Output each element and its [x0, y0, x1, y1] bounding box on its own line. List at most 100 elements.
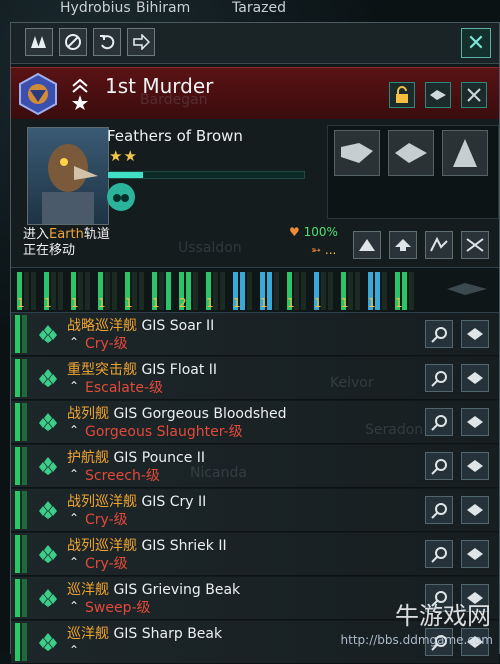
ship-health-bar — [159, 272, 164, 310]
ship-icon — [453, 139, 477, 167]
ship-name[interactable]: GIS Pounce II — [113, 450, 205, 466]
ship-name[interactable]: GIS Grieving Beak — [113, 582, 240, 598]
ship-name[interactable]: GIS Cry II — [141, 494, 206, 510]
ship-name[interactable]: GIS Soar II — [141, 318, 214, 334]
map-label-bihiram: Bihiram — [136, 0, 191, 16]
arrow-icon: ➳ — [311, 243, 322, 257]
ship-slot-3[interactable] — [442, 130, 488, 176]
inspect-ship-button[interactable] — [425, 496, 453, 524]
composition-count: 1 — [341, 296, 349, 310]
composition-group[interactable]: 1 — [17, 270, 41, 310]
detach-icon — [467, 372, 483, 384]
admiral-rank-icon — [72, 78, 88, 110]
detach-ship-button[interactable] — [461, 408, 489, 436]
action-upgrade-button[interactable] — [389, 231, 417, 259]
detach-ship-button[interactable] — [461, 364, 489, 392]
composition-group[interactable]: 1 — [233, 270, 257, 310]
leader-portrait[interactable] — [27, 127, 109, 225]
ship-row[interactable]: 战略巡洋舰 GIS Soar II ⌃ Cry-级 — [11, 313, 499, 356]
close-button[interactable]: ✕ — [461, 28, 491, 58]
ship-class: 战列巡洋舰 — [67, 494, 137, 510]
inspect-ship-button[interactable] — [425, 452, 453, 480]
ship-shield-bar — [22, 579, 27, 617]
ship-row[interactable]: 战列巡洋舰 GIS Shriek II ⌃ Cry-级 — [11, 533, 499, 576]
composition-group[interactable]: 1 — [98, 270, 122, 310]
action-split-button[interactable] — [425, 231, 453, 259]
ship-health-bar — [382, 272, 387, 310]
ship-row[interactable]: 战列舰 GIS Gorgeous Bloodshed ⌃ Gorgeous Slau… — [11, 401, 499, 444]
inspect-ship-button[interactable] — [425, 320, 453, 348]
ship-row[interactable]: 重型突击舰 GIS Float II ⌃ Escalate-级 — [11, 357, 499, 400]
composition-count: 1 — [368, 296, 376, 310]
fleet-stance-icon — [359, 239, 375, 251]
magnify-ship-icon — [431, 503, 447, 519]
composition-group[interactable]: 1 — [368, 270, 392, 310]
ship-row[interactable]: 战列巡洋舰 GIS Cry II ⌃ Cry-级 — [11, 489, 499, 532]
inspect-ship-button[interactable] — [425, 540, 453, 568]
split-icon — [430, 237, 448, 252]
fleet-health: ♥ 100% — [289, 225, 338, 239]
ship-icon — [395, 143, 427, 163]
composition-group[interactable]: 1 — [71, 270, 95, 310]
ship-name[interactable]: GIS Gorgeous Bloodshed — [113, 406, 286, 422]
ship-rank-icon: ⌃ — [69, 379, 80, 393]
ship-health-bar — [355, 272, 360, 310]
composition-group[interactable]: 1 — [44, 270, 68, 310]
return-button[interactable] — [93, 28, 121, 56]
delete-fleet-button[interactable] — [461, 82, 487, 108]
action-merge-button[interactable] — [461, 231, 489, 259]
ship-rank-icon: ⌃ — [69, 335, 80, 349]
ship-icon — [430, 90, 446, 100]
ship-class-icon — [39, 501, 57, 519]
ship-shield-bar — [22, 535, 27, 573]
ship-health-bar — [375, 272, 380, 310]
composition-group[interactable]: 1 — [125, 270, 149, 310]
ship-class: 重型突击舰 — [67, 362, 137, 378]
ship-shield-bar — [22, 447, 27, 485]
ship-class-line: 战列巡洋舰 GIS Shriek II — [67, 535, 227, 555]
watermark-url: http://bbs.ddmgame.com — [340, 633, 493, 647]
ship-health-bar — [132, 272, 137, 310]
detach-ship-button[interactable] — [461, 320, 489, 348]
ship-rank-icon: ⌃ — [69, 555, 80, 569]
composition-group[interactable]: 1 — [287, 270, 311, 310]
composition-group[interactable]: 1 — [341, 270, 365, 310]
ship-name[interactable]: GIS Shriek II — [141, 538, 226, 554]
composition-group[interactable]: 1 — [260, 270, 284, 310]
ship-health-bar — [328, 272, 333, 310]
watermark-text: 牛游戏网 — [395, 602, 491, 630]
fleet-header: 1st Murder — [11, 67, 499, 121]
action-stance-button[interactable] — [353, 231, 381, 259]
merge-fleet-button[interactable] — [425, 82, 451, 108]
magnify-ship-icon — [431, 415, 447, 431]
leader-trait-icon[interactable] — [107, 183, 135, 211]
ship-health-bar — [348, 272, 353, 310]
ship-health-bar — [186, 272, 191, 310]
fleet-formation-button[interactable] — [25, 28, 53, 56]
inspect-ship-button[interactable] — [425, 364, 453, 392]
composition-count: 1 — [233, 296, 241, 310]
ship-class-line: 巡洋舰 GIS Sharp Beak — [67, 623, 222, 643]
lock-button[interactable] — [389, 82, 415, 108]
composition-group[interactable]: 1 — [314, 270, 338, 310]
ship-design: Cry-级 — [85, 512, 128, 528]
detach-ship-button[interactable] — [461, 496, 489, 524]
map-label: Nicanda — [190, 465, 247, 481]
ship-slot-2[interactable] — [388, 130, 434, 176]
detach-ship-button[interactable] — [461, 452, 489, 480]
ship-hull-bar — [15, 491, 20, 529]
composition-group[interactable]: 1 — [152, 270, 176, 310]
detach-ship-button[interactable] — [461, 540, 489, 568]
ship-name[interactable]: GIS Sharp Beak — [113, 626, 222, 642]
ship-name[interactable]: GIS Float II — [141, 362, 217, 378]
ship-hull-bar — [15, 359, 20, 397]
composition-group[interactable]: 1 — [206, 270, 230, 310]
disband-button[interactable] — [59, 28, 87, 56]
composition-group[interactable]: 1 — [395, 270, 419, 310]
inspect-ship-button[interactable] — [425, 408, 453, 436]
composition-group[interactable]: 2 — [179, 270, 203, 310]
ship-row[interactable]: 护航舰 GIS Pounce II ⌃ Screech-级 — [11, 445, 499, 488]
ship-rank-icon: ⌃ — [69, 643, 80, 657]
move-button[interactable] — [127, 28, 155, 56]
ship-slot-1[interactable] — [334, 130, 380, 176]
